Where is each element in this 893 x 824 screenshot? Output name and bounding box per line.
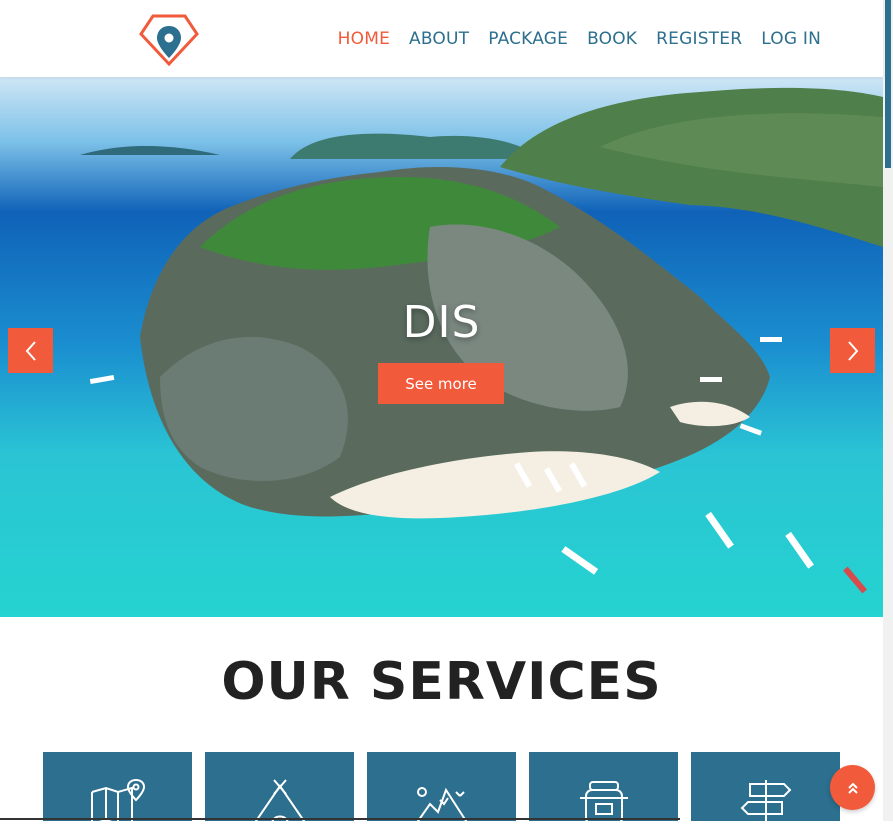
service-tile-tent[interactable] [205,752,354,824]
service-tile-map[interactable] [43,752,192,824]
service-tile-backpack[interactable] [529,752,678,824]
site-header: HOME ABOUT PACKAGE BOOK REGISTER LOG IN [0,0,883,77]
main-nav: HOME ABOUT PACKAGE BOOK REGISTER LOG IN [338,26,821,52]
chevron-left-icon [25,340,36,361]
nav-about[interactable]: ABOUT [409,26,469,52]
nav-register[interactable]: REGISTER [656,26,742,52]
service-tile-signpost[interactable] [691,752,840,824]
map-pin-logo-icon[interactable] [137,12,201,66]
nav-home[interactable]: HOME [338,26,390,52]
nav-book[interactable]: BOOK [587,26,637,52]
nav-login[interactable]: LOG IN [761,26,821,52]
service-tile-mountain[interactable] [367,752,516,824]
scrollbar-thumb[interactable] [885,0,891,168]
hero-carousel: DIS See more [0,77,883,617]
nav-package[interactable]: PACKAGE [488,26,568,52]
scroll-to-top-button[interactable] [830,765,875,810]
carousel-next-button[interactable] [830,328,875,373]
bottom-divider [0,818,680,820]
carousel-prev-button[interactable] [8,328,53,373]
signpost-icon [740,780,791,824]
see-more-button[interactable]: See more [378,363,504,404]
services-title: OUR SERVICES [221,652,662,712]
chevron-right-icon [847,340,858,361]
hero-title: DIS [402,297,481,348]
double-chevron-up-icon [847,782,858,794]
